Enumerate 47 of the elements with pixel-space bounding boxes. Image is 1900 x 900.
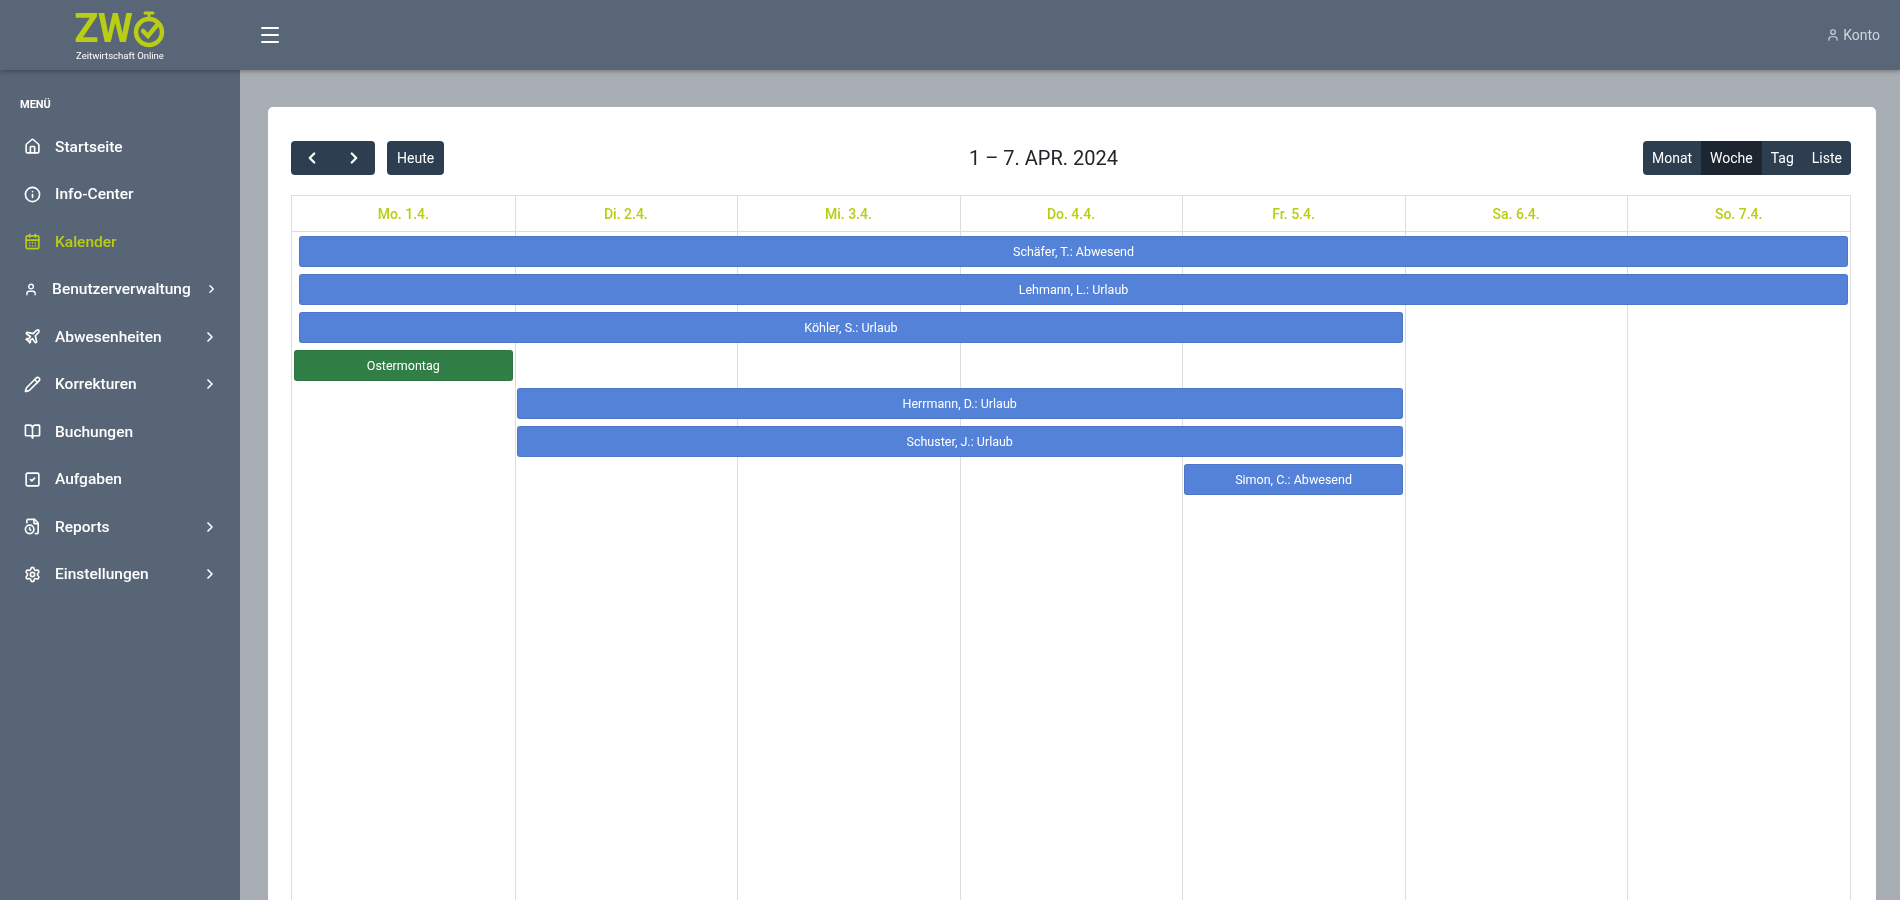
calendar-event[interactable]: Ostermontag — [294, 349, 513, 381]
today-button[interactable]: Heute — [387, 141, 445, 175]
calendar-title: 1 – 7. APR. 2024 — [969, 146, 1118, 170]
user-icon — [1826, 28, 1841, 42]
report-icon — [24, 518, 41, 536]
calendar-event[interactable]: Schuster, J.: Urlaub — [516, 425, 1403, 457]
sidebar-item[interactable]: Benutzerverwaltung — [0, 265, 240, 313]
sidebar-item[interactable]: Kalender — [0, 218, 240, 266]
calendar-event[interactable]: Simon, C.: Abwesend — [1184, 463, 1403, 495]
logo-tagline: Zeitwirtschaft Online — [76, 50, 164, 61]
calendar-event[interactable]: Herrmann, D.: Urlaub — [516, 387, 1403, 419]
sidebar-item[interactable]: Korrekturen — [0, 360, 240, 408]
home-icon — [24, 138, 41, 156]
calendar-event[interactable]: Schäfer, T.: Abwesend — [299, 235, 1848, 267]
sidebar-heading: MENÜ — [19, 98, 52, 113]
day-heading: Fr. 5.4. — [1182, 196, 1405, 232]
calendar-icon — [24, 233, 41, 251]
day-heading: So. 7.4. — [1627, 196, 1850, 232]
account-label: Konto — [1843, 27, 1880, 43]
view-tab[interactable]: Liste — [1802, 141, 1851, 175]
view-tab[interactable]: Woche — [1701, 141, 1762, 175]
info-icon — [24, 185, 41, 203]
sidebar-item[interactable]: Startseite — [0, 123, 240, 171]
checkbox-icon — [24, 470, 41, 488]
sidebar-item[interactable]: Info-Center — [0, 170, 240, 218]
plane-icon — [24, 328, 41, 346]
sidebar-item[interactable]: Buchungen — [0, 408, 240, 456]
calendar-event[interactable]: Köhler, S.: Urlaub — [299, 311, 1403, 343]
sidebar-item[interactable]: Abwesenheiten — [0, 313, 240, 361]
book-icon — [24, 423, 41, 441]
sidebar-item[interactable]: Reports — [0, 503, 240, 551]
day-heading: Mo. 1.4. — [292, 196, 515, 232]
calendar-event[interactable]: Lehmann, L.: Urlaub — [299, 273, 1848, 305]
day-heading: Mi. 3.4. — [737, 196, 960, 232]
day-heading: Sa. 6.4. — [1404, 196, 1628, 232]
pencil-icon — [24, 375, 41, 393]
next-button[interactable] — [333, 141, 375, 175]
day-heading: Di. 2.4. — [514, 196, 738, 232]
stopwatch-check-icon — [131, 10, 166, 48]
sidebar-item[interactable]: Einstellungen — [0, 550, 240, 598]
view-tab[interactable]: Tag — [1761, 141, 1803, 175]
day-heading: Do. 4.4. — [959, 196, 1183, 232]
settings-icon — [24, 565, 41, 583]
view-tab[interactable]: Monat — [1642, 141, 1702, 175]
logo-letters: ZW — [74, 9, 132, 49]
sidebar-item[interactable]: Aufgaben — [0, 455, 240, 503]
previous-button[interactable] — [291, 141, 333, 175]
